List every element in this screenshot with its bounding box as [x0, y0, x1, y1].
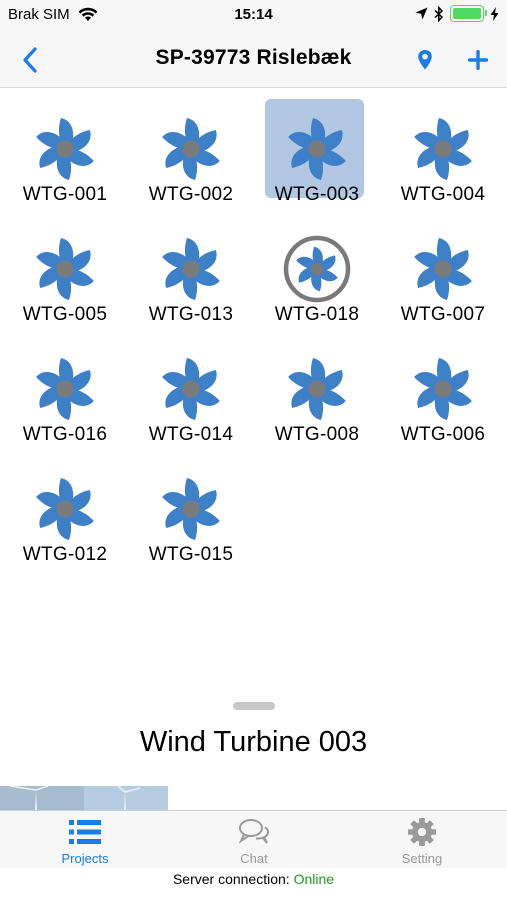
map-location-button[interactable] [413, 46, 437, 74]
turbine-label: WTG-002 [148, 184, 234, 205]
turbine-label: WTG-012 [22, 544, 108, 565]
wind-turbine-icon [162, 358, 220, 420]
plus-icon [468, 50, 488, 70]
turbine-tile[interactable]: WTG-016 [2, 338, 128, 458]
tab-setting[interactable]: Setting [362, 815, 482, 867]
turbine-label: WTG-013 [148, 304, 234, 325]
turbine-label: WTG-018 [274, 304, 360, 325]
turbine-tile[interactable]: WTG-005 [2, 218, 128, 338]
turbine-label: WTG-005 [22, 304, 108, 325]
gear-icon [408, 818, 436, 846]
tab-chat-label: Chat [240, 851, 268, 866]
battery-icon [450, 5, 487, 22]
wind-turbine-icon [36, 118, 94, 180]
turbine-tile[interactable]: WTG-004 [380, 98, 506, 218]
turbine-tile[interactable]: WTG-012 [2, 458, 128, 578]
wind-turbine-icon [162, 478, 220, 540]
turbine-tile[interactable]: WTG-001 [2, 98, 128, 218]
list-icon [69, 820, 101, 844]
turbine-label: WTG-007 [400, 304, 486, 325]
wind-turbine-icon [414, 238, 472, 300]
chat-bubbles-icon [238, 819, 270, 844]
turbine-tile[interactable]: WTG-015 [128, 458, 254, 578]
turbine-tile[interactable]: WTG-013 [128, 218, 254, 338]
wind-turbine-icon [414, 118, 472, 180]
tab-projects[interactable]: Projects [25, 815, 145, 867]
wind-turbine-icon [162, 118, 220, 180]
map-pin-icon [418, 50, 432, 70]
wind-turbine-icon [36, 358, 94, 420]
turbine-grid: WTG-001 WTG-002 WTG-003 WTG-004 WTG-005 WTG-0… [0, 98, 507, 578]
turbine-tile[interactable]: WTG-006 [380, 338, 506, 458]
add-button[interactable] [465, 46, 491, 74]
location-arrow-icon [415, 7, 428, 20]
server-status-prefix: Server connection: [172, 871, 290, 887]
turbine-label: WTG-004 [400, 184, 486, 205]
turbine-photo[interactable] [0, 786, 168, 810]
turbine-label: WTG-008 [274, 424, 360, 445]
navigation-bar: SP-39773 Rislebæk [0, 32, 507, 88]
turbine-tile[interactable]: WTG-003 [254, 98, 380, 218]
wind-turbine-icon [288, 358, 346, 420]
wind-turbine-icon [414, 358, 472, 420]
wind-turbine-icon [36, 238, 94, 300]
turbine-tile[interactable]: WTG-008 [254, 338, 380, 458]
status-bar: Brak SIM 15:14 [0, 0, 507, 32]
status-right [415, 5, 499, 22]
server-connection-status: Server connection: Online [0, 871, 507, 887]
wind-turbine-icon [36, 478, 94, 540]
turbine-label: WTG-003 [274, 184, 360, 205]
turbine-label: WTG-001 [22, 184, 108, 205]
detail-title: Wind Turbine 003 [139, 726, 368, 758]
app-screen: Brak SIM 15:14 SP-39773 Rislebæk WTG-001… [0, 0, 507, 900]
turbine-tile[interactable]: WTG-002 [128, 98, 254, 218]
turbine-label: WTG-006 [400, 424, 486, 445]
charging-bolt-icon [490, 6, 499, 21]
tab-projects-label: Projects [61, 851, 109, 866]
turbine-tile[interactable]: WTG-007 [380, 218, 506, 338]
turbine-tile[interactable]: WTG-014 [128, 338, 254, 458]
wind-turbine-icon [162, 238, 220, 300]
wind-turbine-icon [288, 118, 346, 180]
tab-bar: Projects Chat Setting [0, 810, 507, 868]
wind-turbine-ringed-icon [283, 235, 351, 303]
tab-setting-label: Setting [401, 851, 443, 866]
turbine-label: WTG-016 [22, 424, 108, 445]
tab-chat[interactable]: Chat [194, 815, 314, 867]
turbine-tile[interactable]: WTG-018 [254, 218, 380, 338]
sheet-drag-handle[interactable] [233, 702, 275, 710]
turbine-label: WTG-015 [148, 544, 234, 565]
turbine-label: WTG-014 [148, 424, 234, 445]
server-status-value: Online [293, 871, 335, 887]
bluetooth-icon [434, 5, 444, 22]
turbine-photo-image [0, 786, 168, 810]
